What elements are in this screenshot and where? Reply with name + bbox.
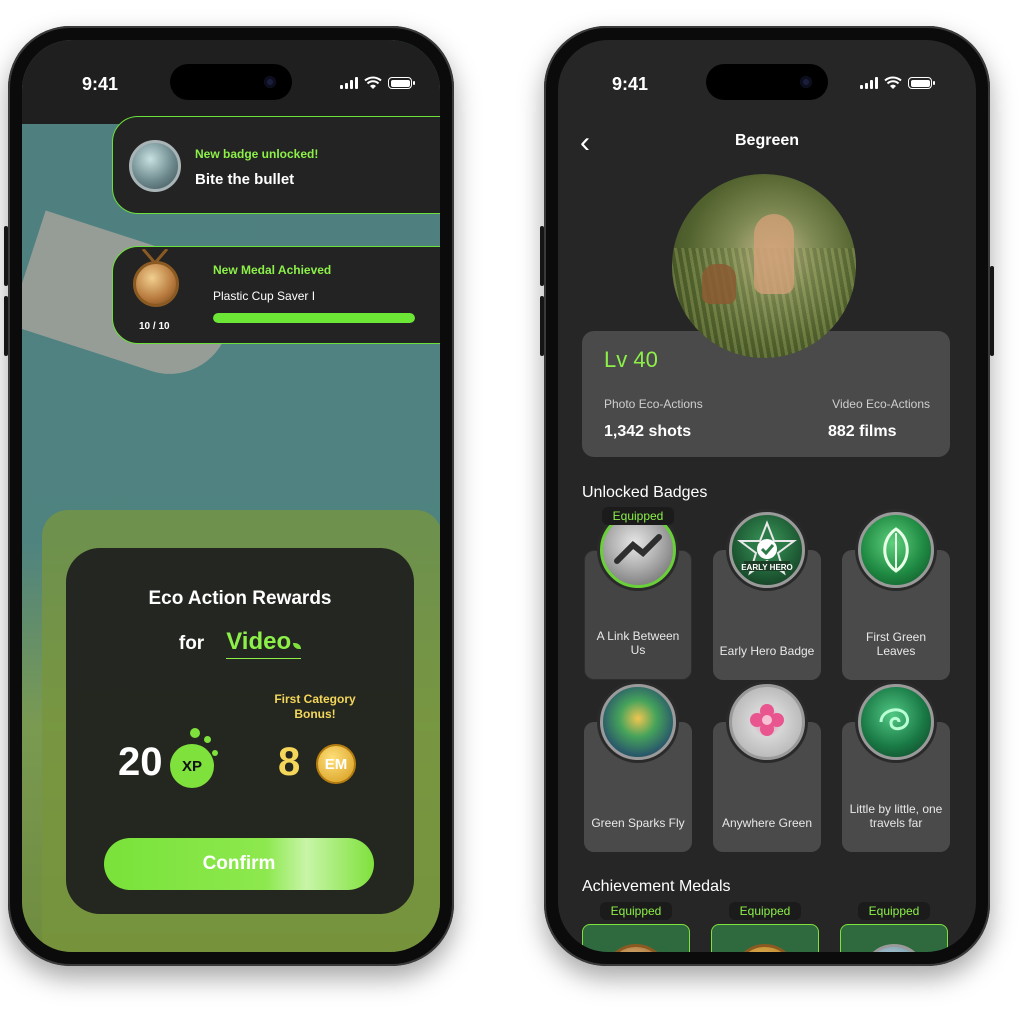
camera-icon — [264, 76, 276, 88]
green-leaf-badge-icon — [858, 512, 934, 588]
eco-action-rewards-modal: Eco Action Rewards for Video First Categ… — [66, 548, 414, 914]
early-hero-badge-icon: EARLY HERO — [729, 512, 805, 588]
badge-label: Little by little, one travels far — [849, 802, 943, 830]
xp-splash-icon — [212, 750, 218, 756]
badge-label: Early Hero Badge — [719, 644, 815, 658]
pink-flower-badge-icon — [729, 684, 805, 760]
photo-eco-actions-label: Photo Eco-Actions — [604, 397, 703, 411]
volume-button — [540, 296, 544, 356]
video-eco-actions-value: 882 films — [828, 423, 897, 440]
equipped-tag: Equipped — [600, 902, 672, 920]
battery-icon — [908, 77, 935, 89]
notification-badge-name: Bite the bullet — [195, 171, 295, 188]
for-label: for — [178, 633, 205, 654]
notification-title: New Medal Achieved — [213, 263, 332, 277]
swirl-icon — [879, 708, 909, 731]
dynamic-island — [706, 64, 828, 100]
notification-title: New badge unlocked! — [195, 147, 319, 161]
status-time: 9:41 — [612, 74, 649, 94]
flower-icon — [750, 704, 784, 736]
dragon-badge-icon — [129, 140, 181, 192]
volume-button — [4, 226, 8, 286]
em-coin-icon: EM — [316, 744, 356, 784]
medal-count: 10 / 10 — [139, 321, 170, 332]
status-time: 9:41 — [82, 74, 119, 94]
volume-button — [4, 296, 8, 356]
leaf-icon — [293, 643, 302, 649]
medal-achieved-notification[interactable]: 10 / 10 New Medal Achieved Plastic Cup S… — [112, 246, 440, 344]
battery-icon — [388, 77, 415, 89]
rewards-category-line: for Video — [66, 628, 414, 659]
early-hero-emblem-text: EARLY HERO — [741, 563, 793, 572]
photo-eco-actions-value: 1,342 shots — [604, 423, 692, 440]
green-sparks-badge-icon — [600, 684, 676, 760]
profile-avatar[interactable] — [672, 174, 856, 358]
confirm-button[interactable]: Confirm — [104, 838, 374, 890]
badge-label: A Link Between Us — [596, 629, 680, 657]
right-screen: 9:41 ‹ Begreen Lv 40 Photo Eco-Actions 1… — [558, 40, 976, 952]
volume-button — [540, 226, 544, 286]
xp-value: 20 — [118, 740, 163, 784]
dog-image — [702, 264, 736, 304]
em-value: 8 — [278, 740, 301, 784]
leaf-icon — [883, 527, 909, 573]
rewards-heading: Eco Action Rewards — [148, 588, 332, 609]
badge-unlocked-notification[interactable]: New badge unlocked! Bite the bullet — [112, 116, 440, 214]
badge-label: Green Sparks Fly — [591, 816, 685, 830]
level-label: Lv 40 — [604, 347, 658, 372]
right-phone-frame: 9:41 ‹ Begreen Lv 40 Photo Eco-Actions 1… — [540, 26, 994, 966]
medal-icon — [133, 261, 179, 307]
badge-label: Anywhere Green — [721, 816, 813, 830]
badge-label: First Green Leaves — [865, 630, 926, 658]
xp-icon: XP — [170, 744, 214, 788]
dynamic-island — [170, 64, 292, 100]
equipped-tag: Equipped — [729, 902, 801, 920]
category-label: Video — [226, 628, 302, 659]
category-text: Video — [226, 628, 292, 655]
notification-medal-name: Plastic Cup Saver I — [213, 289, 316, 303]
star-check-icon — [737, 520, 797, 576]
camera-icon — [800, 76, 812, 88]
xp-splash-icon — [190, 728, 200, 738]
signal-icon — [340, 77, 358, 89]
person-image — [754, 214, 794, 294]
equipped-tag: Equipped — [858, 902, 930, 920]
video-eco-actions-label: Video Eco-Actions — [832, 397, 930, 411]
green-swirl-badge-icon — [858, 684, 934, 760]
signal-icon — [860, 77, 878, 89]
medal-progress-fill — [213, 313, 415, 323]
power-button — [990, 266, 994, 356]
wifi-icon — [364, 76, 382, 89]
xp-splash-icon — [204, 736, 211, 743]
achievement-medals-heading: Achievement Medals — [582, 878, 731, 895]
status-icons — [860, 76, 935, 90]
page-title: Begreen — [734, 132, 800, 149]
status-icons — [340, 76, 415, 90]
unlocked-badges-heading: Unlocked Badges — [582, 484, 708, 501]
medal-progress-bar — [213, 313, 415, 323]
equipped-tag: Equipped — [602, 507, 674, 525]
left-screen: 9:41 New badge unlocked! Bite the bullet… — [22, 40, 440, 952]
handshake-icon — [614, 534, 662, 564]
first-category-bonus: First Category Bonus! — [274, 692, 356, 721]
wifi-icon — [884, 76, 902, 89]
left-phone-frame: 9:41 New badge unlocked! Bite the bullet… — [4, 26, 454, 966]
